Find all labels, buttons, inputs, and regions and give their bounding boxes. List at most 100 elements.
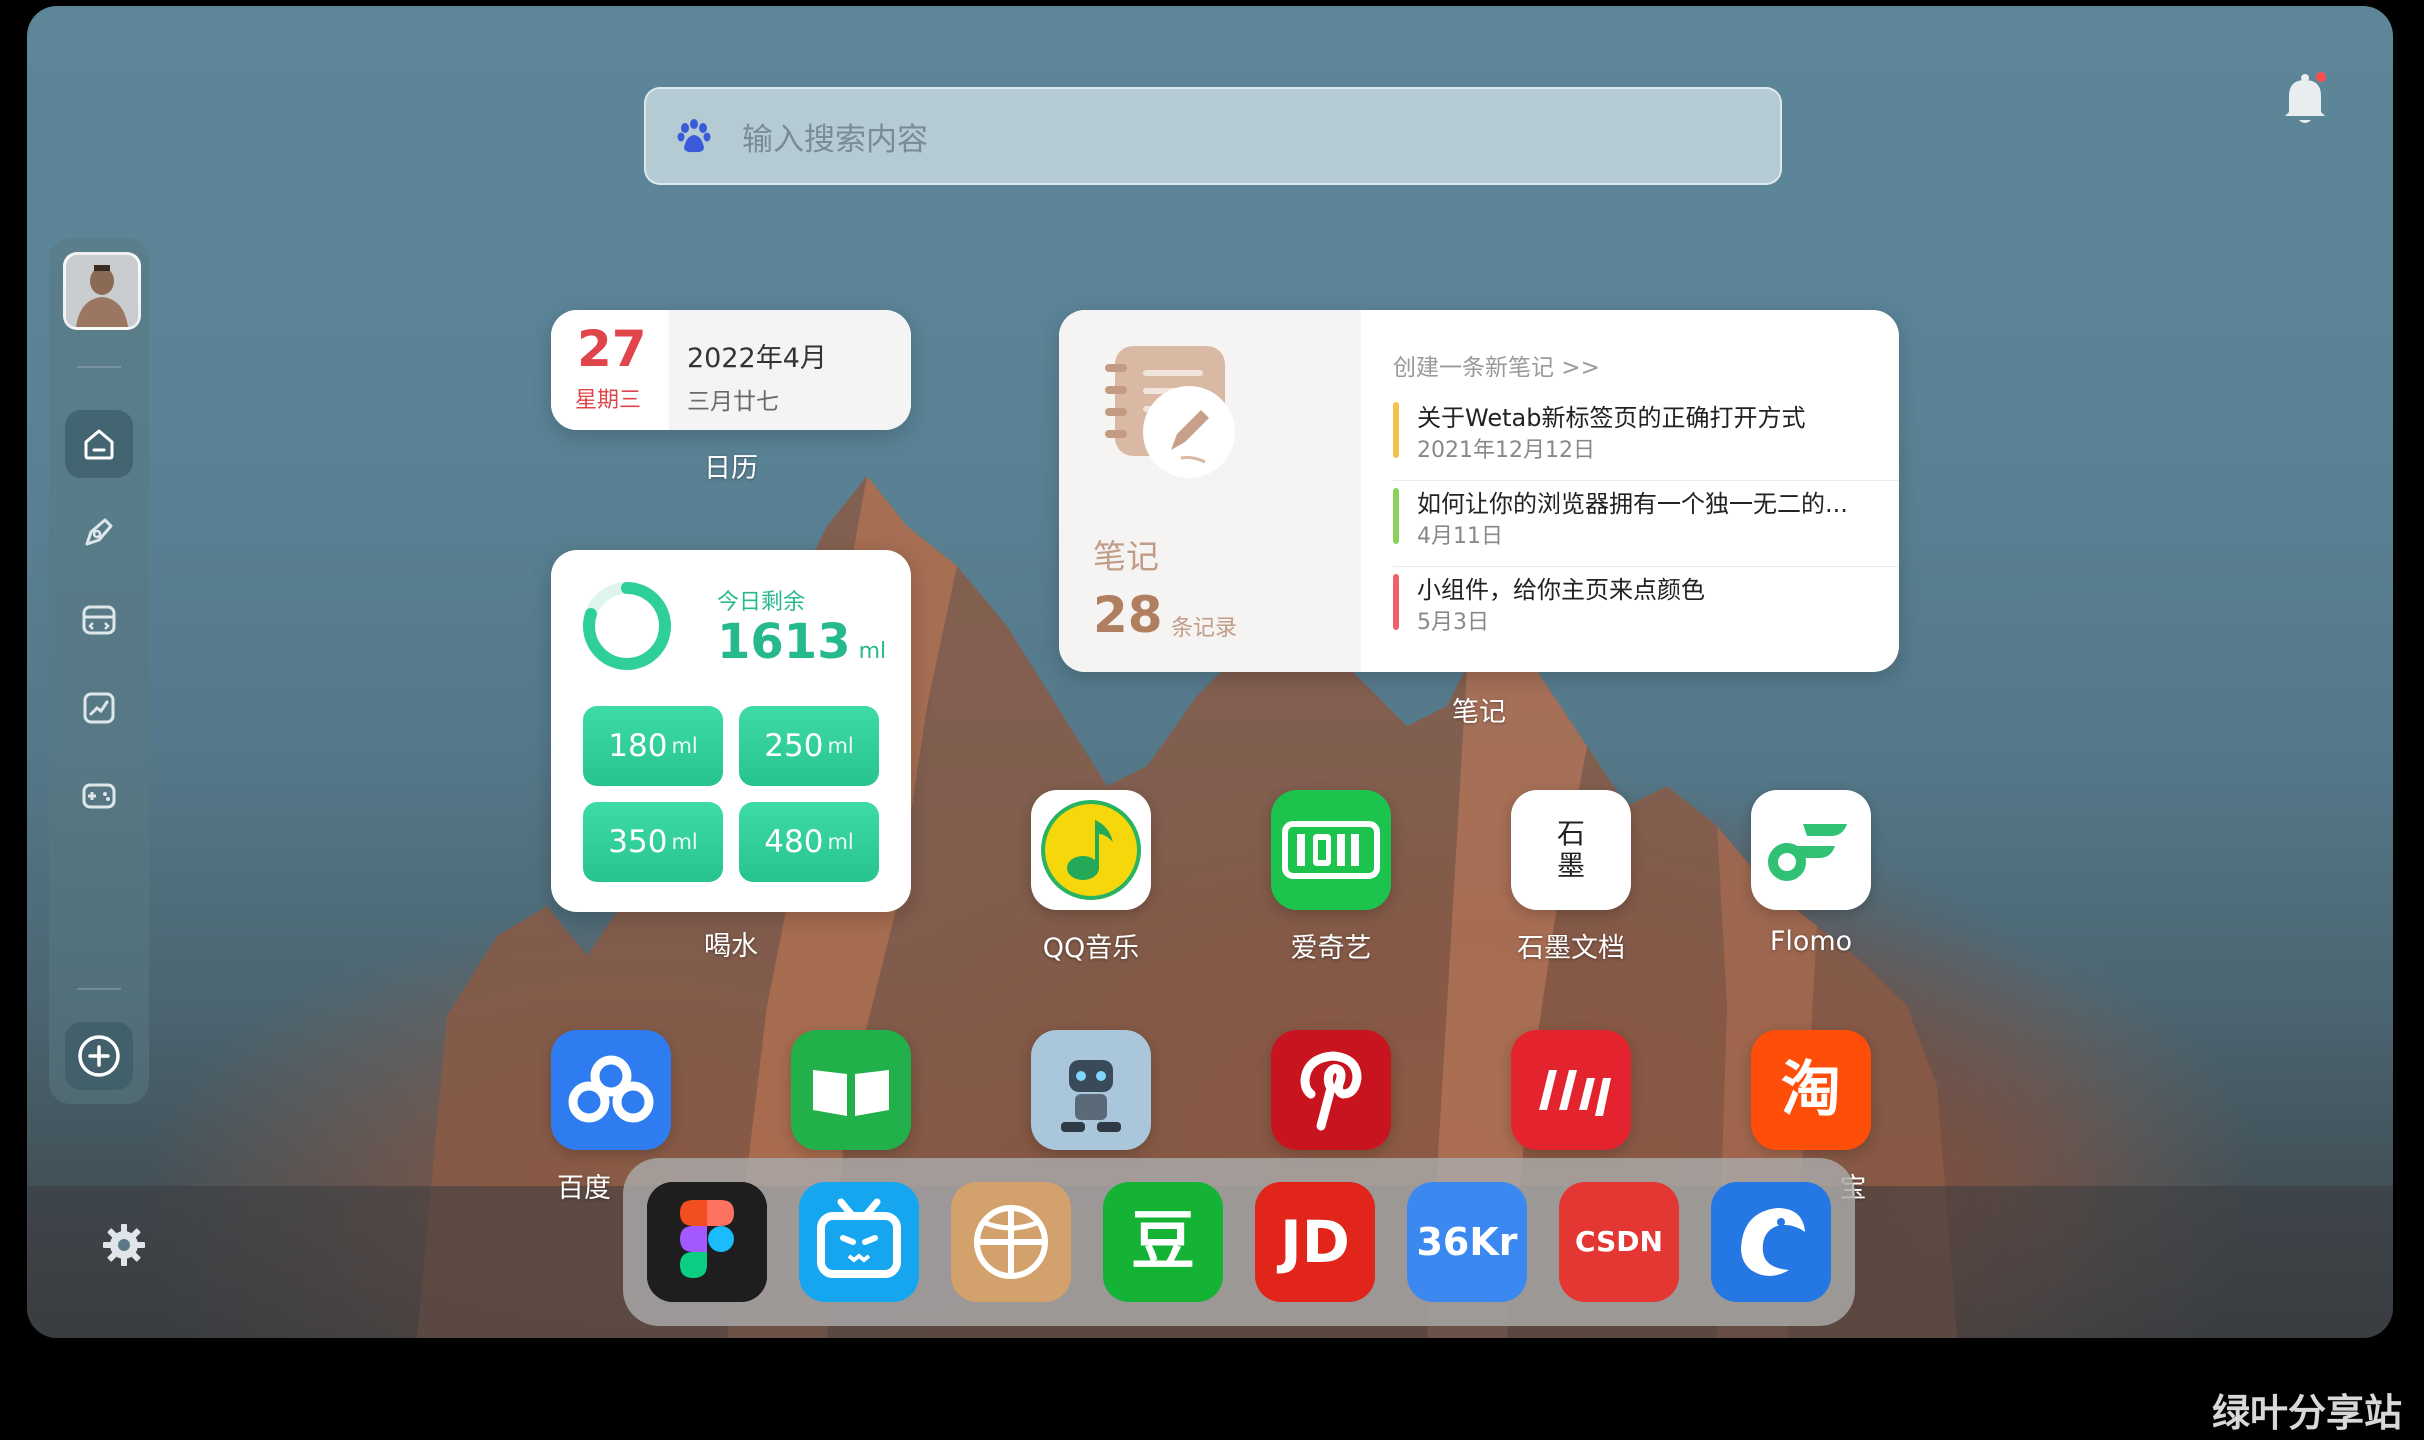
app-label: 爱奇艺: [1290, 933, 1372, 964]
calendar-day: 27: [577, 320, 647, 378]
app-baidu-netdisk[interactable]: [551, 1030, 671, 1150]
dock-app-figma[interactable]: [647, 1182, 767, 1302]
iqiyi-icon: [1271, 790, 1391, 910]
chart-icon[interactable]: [77, 686, 121, 730]
sidebar-divider: [77, 366, 121, 368]
qqmusic-icon: [1031, 790, 1151, 910]
water-progress-ring: [583, 582, 671, 670]
note-title: 关于Wetab新标签页的正确打开方式: [1417, 404, 1806, 432]
settings-gear-icon[interactable]: [99, 1220, 149, 1270]
note-item[interactable]: 如何让你的浏览器拥有一个独一无二的... 4月11日: [1393, 484, 1863, 562]
note-date: 5月3日: [1417, 610, 1489, 635]
dj-icon: [1511, 1030, 1631, 1150]
dock-app-douban[interactable]: 豆: [1103, 1182, 1223, 1302]
add-icon: [78, 1035, 120, 1077]
dribbble-icon: [951, 1182, 1071, 1302]
game-icon[interactable]: [77, 774, 121, 818]
create-note-link[interactable]: 创建一条新笔记 >>: [1393, 348, 1600, 382]
calendar-date-panel: 2022年4月 三月廿七: [669, 310, 911, 430]
home-icon: [84, 429, 114, 460]
dock-app-jd[interactable]: JD: [1255, 1182, 1375, 1302]
note-date: 2021年12月12日: [1417, 438, 1595, 463]
add-button[interactable]: [65, 1022, 133, 1090]
book-icon: [791, 1030, 911, 1150]
note-title: 如何让你的浏览器拥有一个独一无二的...: [1417, 490, 1848, 518]
shimo-icon: 石墨: [1556, 817, 1585, 882]
desktop-screen: 输入搜索内容 27 星期三 2022年4月 三月廿七 日历 今日剩余 1613 m…: [27, 6, 2393, 1338]
water-add-350-button[interactable]: 350 ml: [583, 802, 723, 882]
note-item[interactable]: 小组件，给你主页来点颜色 5月3日: [1393, 570, 1863, 648]
water-add-250-button[interactable]: 250 ml: [739, 706, 879, 786]
dock-app-dribbble[interactable]: [951, 1182, 1071, 1302]
app-pinterest[interactable]: [1271, 1030, 1391, 1150]
note-date: 4月11日: [1417, 524, 1503, 549]
water-label: 喝水: [704, 931, 758, 962]
pen-icon[interactable]: [77, 510, 121, 554]
baidu-netdisk-icon: [551, 1030, 671, 1150]
sidebar-divider: [77, 988, 121, 990]
notification-bell-icon[interactable]: [2277, 68, 2333, 130]
app-label: 石墨文档: [1517, 933, 1625, 964]
sidebar: [49, 238, 149, 1104]
app-dj[interactable]: [1511, 1030, 1631, 1150]
taobao-icon: 淘: [1781, 1055, 1841, 1125]
notes-title: 笔记: [1093, 537, 1159, 576]
app-label: Flomo: [1769, 926, 1853, 957]
app-flomo[interactable]: [1751, 790, 1871, 910]
water-add-180-button[interactable]: 180 ml: [583, 706, 723, 786]
avatar[interactable]: [63, 252, 141, 330]
dock: 豆 JD 36Kr CSDN: [623, 1158, 1855, 1326]
note-color-bar: [1393, 574, 1399, 630]
dock-app-csdn[interactable]: CSDN: [1559, 1182, 1679, 1302]
app-robot[interactable]: [1031, 1030, 1151, 1150]
note-divider: [1393, 480, 1899, 481]
notebook-icon: [1105, 346, 1235, 478]
app-book[interactable]: [791, 1030, 911, 1150]
calendar-widget[interactable]: 27 星期三 2022年4月 三月廿七: [551, 310, 911, 430]
note-divider: [1393, 566, 1899, 567]
notes-count-unit: 条记录: [1171, 616, 1238, 641]
csdn-icon: CSDN: [1575, 1225, 1663, 1258]
note-color-bar: [1393, 402, 1399, 458]
app-taobao[interactable]: 淘: [1751, 1030, 1871, 1150]
figma-icon: [647, 1182, 767, 1302]
watermark-text: 绿叶分享站: [2212, 1391, 2403, 1435]
note-color-bar: [1393, 488, 1399, 544]
calendar-weekday: 星期三: [575, 388, 642, 413]
calendar-day-panel: 27 星期三: [551, 310, 669, 430]
search-bar[interactable]: 输入搜索内容: [644, 87, 1782, 185]
notes-summary-panel: 笔记 28 条记录: [1059, 310, 1361, 672]
search-input[interactable]: 输入搜索内容: [742, 114, 928, 159]
app-label: QQ音乐: [1042, 933, 1140, 964]
water-widget: 今日剩余 1613 ml 180 ml 250 ml 350 ml 480 ml: [551, 550, 911, 912]
app-iqiyi[interactable]: [1271, 790, 1391, 910]
water-remaining-title: 今日剩余: [717, 590, 806, 615]
notes-label: 笔记: [1452, 697, 1506, 728]
note-title: 小组件，给你主页来点颜色: [1417, 576, 1705, 604]
jd-icon: JD: [1280, 1208, 1350, 1276]
mountain-wallpaper: [27, 476, 2393, 1338]
calendar-month: 2022年4月: [687, 343, 827, 374]
36kr-icon: 36Kr: [1416, 1220, 1518, 1264]
robot-icon: [1031, 1030, 1151, 1150]
dock-app-ctrip[interactable]: [1711, 1182, 1831, 1302]
flomo-icon: [1751, 790, 1871, 910]
dock-app-36kr[interactable]: 36Kr: [1407, 1182, 1527, 1302]
note-item[interactable]: 关于Wetab新标签页的正确打开方式 2021年12月12日: [1393, 398, 1863, 476]
water-remaining-value: 1613 ml: [717, 614, 887, 670]
douban-icon: 豆: [1131, 1205, 1195, 1279]
notes-count: 28: [1093, 586, 1163, 644]
notes-widget[interactable]: 笔记 28 条记录 创建一条新笔记 >> 关于Wetab新标签页的正确打开方式 …: [1059, 310, 1899, 672]
code-icon[interactable]: [77, 598, 121, 642]
app-label: 百度: [557, 1173, 611, 1204]
app-shimo[interactable]: 石墨: [1511, 790, 1631, 910]
bilibili-icon: [799, 1182, 919, 1302]
dock-app-bilibili[interactable]: [799, 1182, 919, 1302]
pinterest-icon: [1271, 1030, 1391, 1150]
water-add-480-button[interactable]: 480 ml: [739, 802, 879, 882]
app-qqmusic[interactable]: [1031, 790, 1151, 910]
calendar-label: 日历: [704, 453, 758, 484]
ctrip-icon: [1711, 1182, 1831, 1302]
calendar-lunar-date: 三月廿七: [687, 389, 779, 415]
baidu-paw-icon: [677, 119, 711, 153]
